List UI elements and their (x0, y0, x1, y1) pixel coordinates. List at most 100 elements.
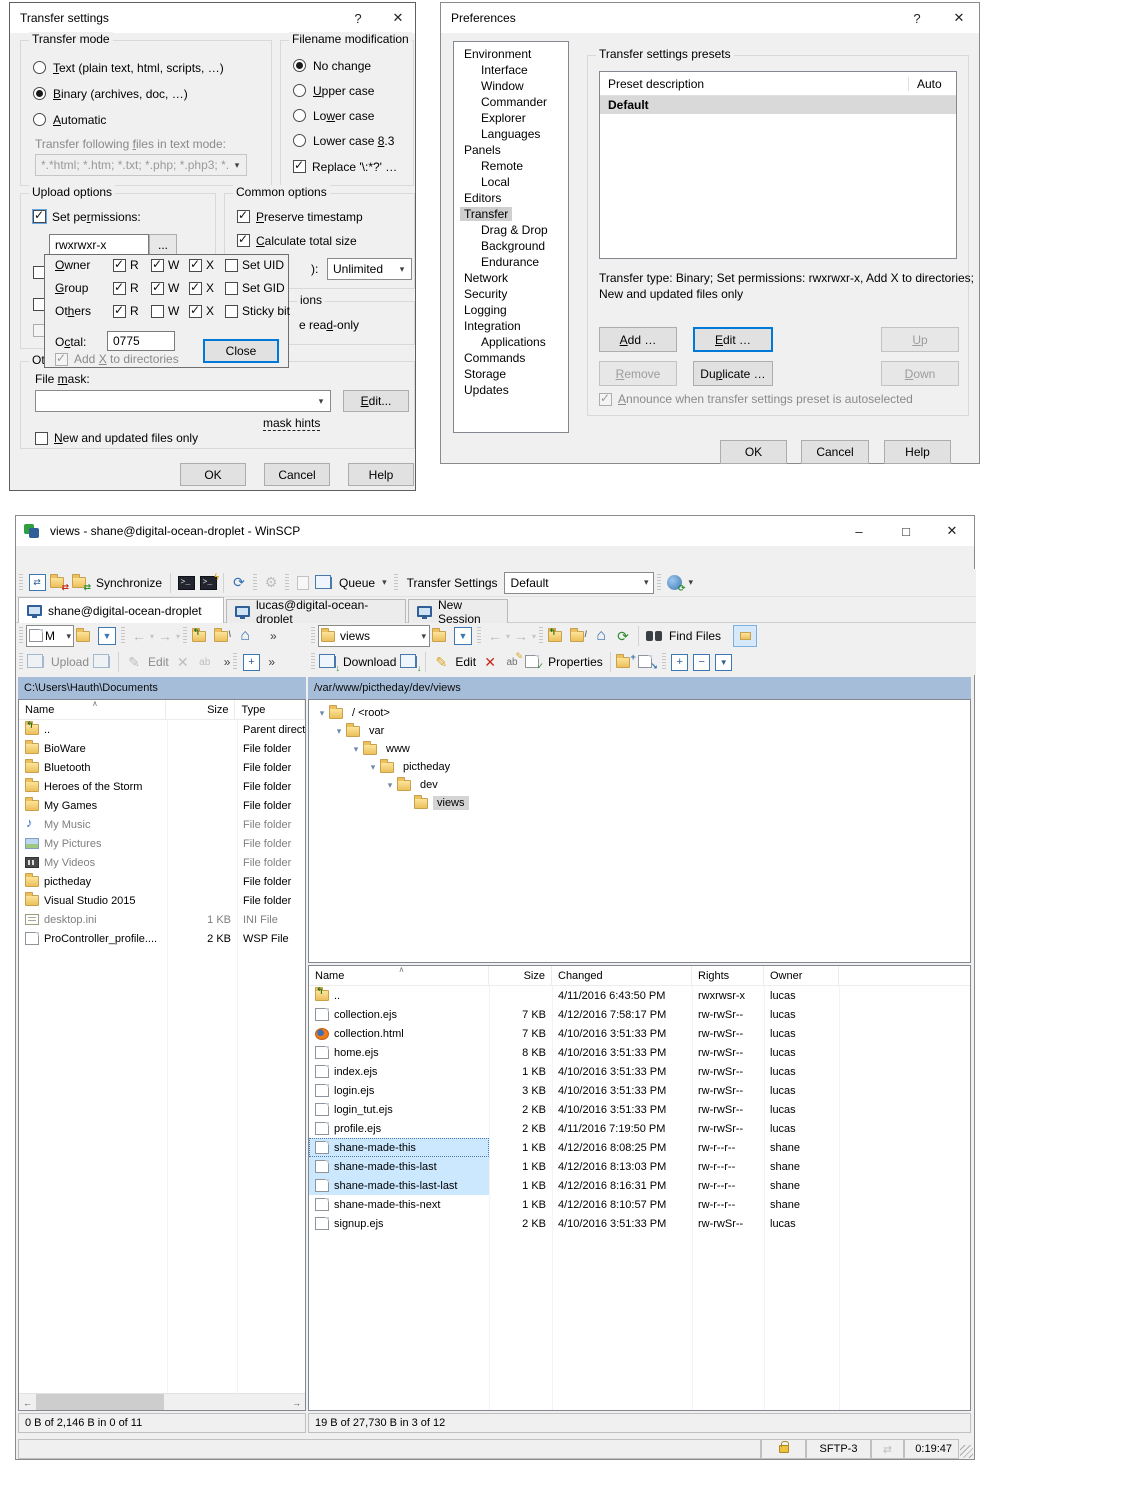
toolbar-grip[interactable] (121, 627, 125, 645)
close-icon[interactable]: ✕ (929, 516, 975, 546)
console-add-icon[interactable]: >_ϟ (197, 572, 219, 594)
open-dir-icon[interactable]: ↘ (637, 651, 659, 673)
globe-sync-icon[interactable]: ⟳ (664, 572, 686, 594)
execute-checkbox[interactable] (189, 259, 202, 272)
find-files-icon[interactable] (643, 625, 665, 647)
table-row[interactable]: ProController_profile.... 2 KB WSP File (19, 929, 305, 948)
home-directory-icon[interactable]: ⌂ (234, 625, 256, 647)
calculate-total-size-checkbox[interactable] (237, 234, 250, 247)
open-directory-icon[interactable] (430, 625, 452, 647)
toolbar-grip[interactable] (311, 627, 315, 645)
root-directory-icon[interactable]: / (568, 625, 590, 647)
table-row[interactable]: My Pictures File folder (19, 834, 305, 853)
tree-item[interactable]: ▾ www (309, 740, 970, 758)
help-button[interactable]: Help (348, 463, 414, 486)
preserve-timestamp-checkbox[interactable] (237, 210, 250, 223)
calculate-total-size-label[interactable]: Calculate total size (256, 234, 357, 248)
execute-checkbox[interactable] (189, 282, 202, 295)
read-checkbox[interactable] (113, 259, 126, 272)
toolbar-grip[interactable] (19, 627, 23, 645)
ok-button[interactable]: OK (720, 440, 787, 464)
lower-case-radio[interactable] (293, 109, 306, 122)
tree-item[interactable]: ▾ dev (309, 776, 970, 794)
execute-checkbox[interactable] (189, 305, 202, 318)
menu-item[interactable] (20, 555, 38, 561)
toolbar-grip[interactable] (662, 653, 666, 671)
expand-all-icon[interactable]: ▼ (713, 651, 735, 673)
table-row[interactable]: profile.ejs 2 KB 4/11/2016 7:19:50 PM rw… (309, 1119, 970, 1138)
automatic-radio[interactable] (33, 113, 46, 126)
overflow-icon[interactable]: » (224, 655, 231, 669)
new-updated-checkbox[interactable] (35, 432, 48, 445)
table-row[interactable]: Bluetooth File folder (19, 758, 305, 777)
col-type[interactable]: Type (235, 700, 305, 719)
lower-case-83-radio[interactable] (293, 134, 306, 147)
table-row[interactable]: home.ejs 8 KB 4/10/2016 3:51:33 PM rw-rw… (309, 1043, 970, 1062)
delete-icon[interactable]: ✕ (479, 651, 501, 673)
tree-item[interactable]: Commander (454, 94, 568, 110)
console-icon[interactable]: >_ (175, 572, 197, 594)
tree-item[interactable]: Window (454, 78, 568, 94)
toolbar-grip[interactable] (311, 653, 315, 671)
file-mask-edit-button[interactable]: Edit... (343, 390, 409, 412)
tree-item[interactable]: Languages (454, 126, 568, 142)
toolbar-grip[interactable] (19, 574, 23, 592)
refresh-icon[interactable]: ⟳ (612, 625, 634, 647)
table-row[interactable]: .. 4/11/2016 6:43:50 PM rwxrwsr-x lucas (309, 986, 970, 1005)
commit-folders-icon[interactable]: ⇄ (48, 572, 70, 594)
no-change-label[interactable]: No change (313, 59, 371, 73)
toolbar-grip[interactable] (253, 574, 257, 592)
home-directory-icon[interactable]: ⌂ (590, 625, 612, 647)
table-row[interactable]: Heroes of the Storm File folder (19, 777, 305, 796)
close-icon[interactable]: ✕ (380, 3, 416, 33)
menu-item[interactable] (110, 555, 128, 561)
minimize-icon[interactable]: – (836, 516, 882, 546)
tree-item[interactable]: Interface (454, 62, 568, 78)
table-row[interactable]: shane-made-this-last 1 KB 4/12/2016 8:13… (309, 1157, 970, 1176)
automatic-radio-label[interactable]: Automatic (53, 113, 106, 127)
help-button[interactable]: Help (884, 440, 951, 464)
col-preset-description[interactable]: Preset description (600, 77, 908, 91)
tab-shane-session[interactable]: shane@digital-ocean-droplet (18, 597, 224, 623)
tab-new-session[interactable]: New Session (408, 599, 508, 623)
local-path-bar[interactable]: C:\Users\Hauth\Documents (18, 677, 306, 699)
tree-item[interactable]: Updates (454, 382, 568, 398)
toolbar-grip[interactable] (233, 653, 237, 671)
table-row[interactable]: collection.ejs 7 KB 4/12/2016 7:58:17 PM… (309, 1005, 970, 1024)
table-row[interactable]: collection.html 7 KB 4/10/2016 3:51:33 P… (309, 1024, 970, 1043)
table-row[interactable]: pictheday File folder (19, 872, 305, 891)
set-permissions-label[interactable]: Set permissions: (52, 210, 141, 224)
collapse-icon[interactable]: − (691, 651, 713, 673)
cancel-button[interactable]: Cancel (264, 463, 330, 486)
filter-icon[interactable]: ▼ (96, 625, 118, 647)
toolbar-grip[interactable] (477, 627, 481, 645)
toolbar-grip[interactable] (19, 653, 23, 671)
new-updated-label[interactable]: New and updated files only (54, 431, 198, 445)
table-row[interactable]: .. Parent directory (19, 720, 305, 739)
col-rights[interactable]: Rights (692, 966, 764, 985)
ok-button[interactable]: OK (180, 463, 246, 486)
root-directory-icon[interactable]: \ (212, 625, 234, 647)
write-checkbox[interactable] (151, 282, 164, 295)
table-row[interactable]: desktop.ini 1 KB INI File (19, 910, 305, 929)
scroll-thumb[interactable] (36, 1394, 164, 1410)
resize-grip[interactable] (960, 1445, 973, 1458)
menu-item[interactable] (56, 555, 74, 561)
binary-radio[interactable] (33, 87, 46, 100)
menu-item[interactable] (38, 555, 56, 561)
chevron-down-icon[interactable]: ▾ (332, 726, 346, 737)
tree-item[interactable]: Explorer (454, 110, 568, 126)
open-directory-icon[interactable] (74, 625, 96, 647)
synchronize-icon[interactable]: ⇄ (70, 572, 92, 594)
help-icon[interactable]: ? (899, 3, 935, 33)
synchronize-label[interactable]: Synchronize (92, 576, 166, 590)
toolbar-grip[interactable] (657, 574, 661, 592)
statusbar-lock[interactable] (761, 1439, 806, 1459)
tree-item[interactable]: ▾ pictheday (309, 758, 970, 776)
lower-case-83-label[interactable]: Lower case 8.3 (313, 134, 394, 148)
tree-item[interactable]: Storage (454, 366, 568, 382)
tree-item[interactable]: Security (454, 286, 568, 302)
toolbar-grip[interactable] (183, 627, 187, 645)
help-icon[interactable]: ? (340, 3, 376, 33)
table-row[interactable]: shane-made-this-last-last 1 KB 4/12/2016… (309, 1176, 970, 1195)
